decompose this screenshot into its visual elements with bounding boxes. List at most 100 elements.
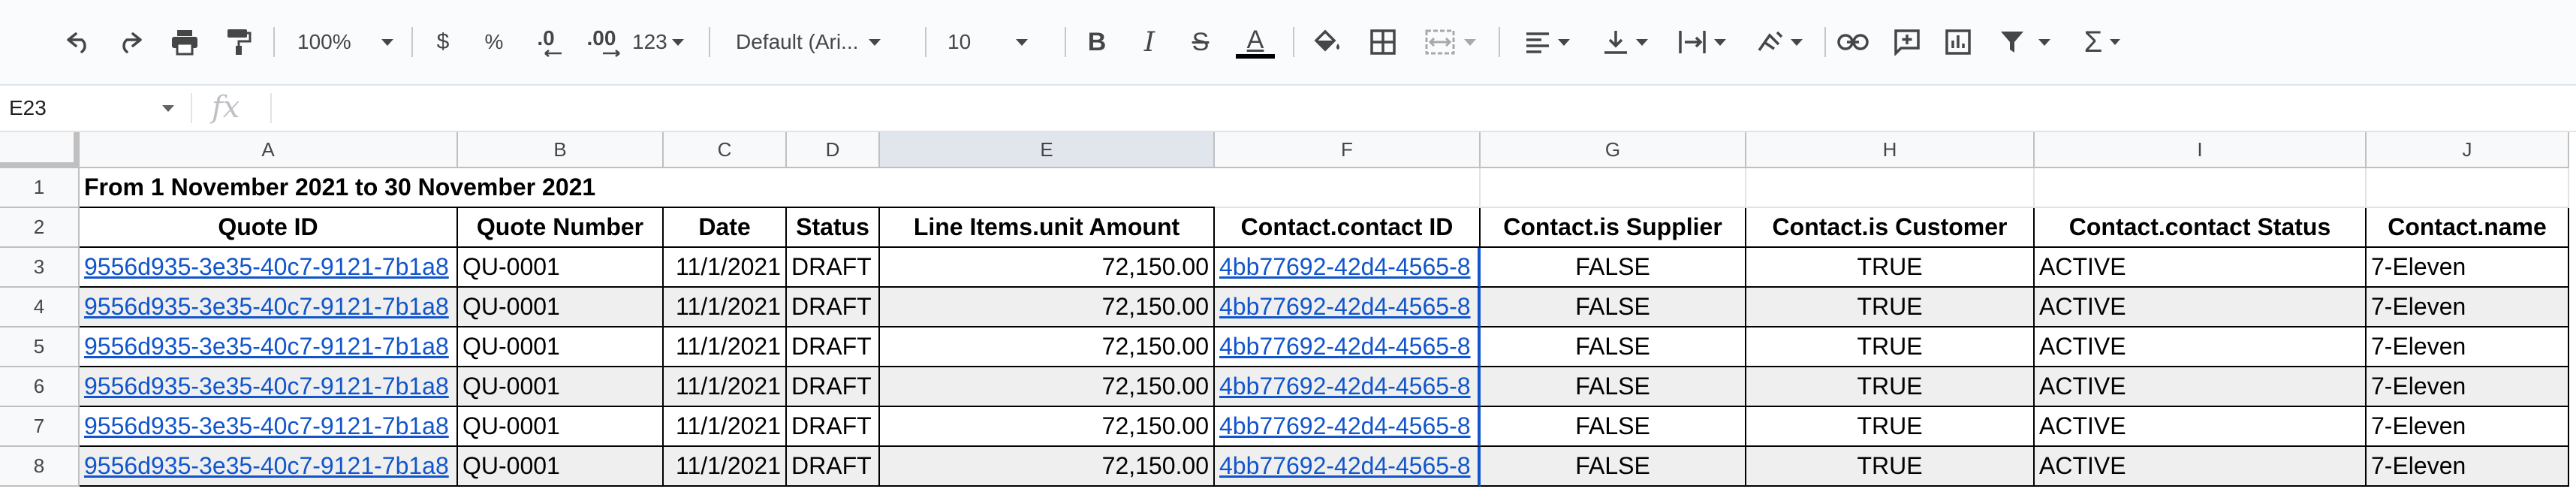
text-wrapping-button[interactable] — [1670, 20, 1734, 65]
table-cell[interactable]: ACTIVE — [2035, 327, 2367, 367]
fill-color-button[interactable] — [1306, 20, 1348, 65]
table-cell[interactable]: 11/1/2021 — [664, 327, 787, 367]
table-cell[interactable]: 72,150.00 — [880, 447, 1215, 487]
column-title[interactable]: Contact.name — [2367, 208, 2569, 248]
table-cell[interactable]: TRUE — [1746, 407, 2035, 447]
column-header-e[interactable]: E — [880, 132, 1215, 168]
decrease-decimal-button[interactable]: .0 — [526, 20, 566, 65]
print-button[interactable] — [164, 20, 206, 65]
table-cell[interactable]: 11/1/2021 — [664, 248, 787, 288]
italic-button[interactable]: I — [1129, 20, 1170, 65]
column-header-j[interactable]: J — [2367, 132, 2569, 168]
table-cell[interactable]: DRAFT — [787, 447, 880, 487]
font-family-select[interactable]: Default (Ari... — [736, 20, 910, 65]
column-title[interactable]: Status — [787, 208, 880, 248]
table-cell[interactable]: 7-Eleven — [2367, 407, 2569, 447]
column-header-a[interactable]: A — [80, 132, 458, 168]
zoom-select[interactable]: 100% — [293, 20, 398, 65]
table-cell[interactable]: DRAFT — [787, 248, 880, 288]
table-cell[interactable]: TRUE — [1746, 327, 2035, 367]
column-title[interactable]: Contact.is Supplier — [1481, 208, 1746, 248]
table-cell[interactable]: ACTIVE — [2035, 407, 2367, 447]
table-cell[interactable]: 7-Eleven — [2367, 288, 2569, 327]
table-cell[interactable]: 72,150.00 — [880, 327, 1215, 367]
table-cell[interactable]: QU-0001 — [458, 367, 664, 407]
column-title[interactable]: Date — [664, 208, 787, 248]
table-cell[interactable]: 7-Eleven — [2367, 248, 2569, 288]
table-cell[interactable]: QU-0001 — [458, 288, 664, 327]
cell-empty[interactable] — [1746, 168, 2035, 208]
table-cell[interactable]: 4bb77692-42d4-4565-8 — [1215, 248, 1481, 288]
increase-decimal-button[interactable]: .00 — [577, 20, 626, 65]
table-cell[interactable]: FALSE — [1481, 407, 1746, 447]
table-cell[interactable]: FALSE — [1481, 248, 1746, 288]
column-title[interactable]: Contact.contact Status — [2035, 208, 2367, 248]
cell-empty[interactable] — [1481, 168, 1746, 208]
table-cell[interactable]: QU-0001 — [458, 407, 664, 447]
table-cell[interactable]: DRAFT — [787, 288, 880, 327]
row-header-8[interactable]: 8 — [0, 447, 80, 487]
column-title[interactable]: Contact.contact ID — [1215, 208, 1481, 248]
row-header-1[interactable]: 1 — [0, 168, 80, 208]
row-header-4[interactable]: 4 — [0, 288, 80, 327]
report-title[interactable]: From 1 November 2021 to 30 November 2021 — [80, 168, 1215, 208]
table-cell[interactable]: QU-0001 — [458, 248, 664, 288]
table-cell[interactable]: TRUE — [1746, 447, 2035, 487]
table-cell[interactable]: 9556d935-3e35-40c7-9121-7b1a8 — [80, 367, 458, 407]
insert-comment-button[interactable] — [1886, 20, 1928, 65]
table-cell[interactable]: 7-Eleven — [2367, 327, 2569, 367]
table-cell[interactable]: 4bb77692-42d4-4565-8 — [1215, 447, 1481, 487]
name-box[interactable]: E23 — [9, 92, 174, 125]
table-cell[interactable]: QU-0001 — [458, 327, 664, 367]
column-header-c[interactable]: C — [664, 132, 787, 168]
cell-empty[interactable] — [2035, 168, 2367, 208]
row-header-3[interactable]: 3 — [0, 248, 80, 288]
text-color-button[interactable]: A — [1233, 20, 1278, 65]
table-cell[interactable]: FALSE — [1481, 447, 1746, 487]
row-header-7[interactable]: 7 — [0, 407, 80, 447]
table-cell[interactable]: 4bb77692-42d4-4565-8 — [1215, 327, 1481, 367]
table-cell[interactable]: TRUE — [1746, 288, 2035, 327]
row-header-2[interactable]: 2 — [0, 208, 80, 248]
column-header-h[interactable]: H — [1746, 132, 2035, 168]
table-cell[interactable]: QU-0001 — [458, 447, 664, 487]
table-cell[interactable]: FALSE — [1481, 288, 1746, 327]
table-cell[interactable]: 7-Eleven — [2367, 367, 2569, 407]
table-cell[interactable]: 11/1/2021 — [664, 407, 787, 447]
table-cell[interactable]: 11/1/2021 — [664, 367, 787, 407]
row-header-6[interactable]: 6 — [0, 367, 80, 407]
table-cell[interactable]: FALSE — [1481, 327, 1746, 367]
text-rotation-button[interactable] — [1746, 20, 1811, 65]
table-cell[interactable]: 4bb77692-42d4-4565-8 — [1215, 288, 1481, 327]
table-cell[interactable]: 11/1/2021 — [664, 288, 787, 327]
strikethrough-button[interactable]: S — [1180, 20, 1221, 65]
column-header-i[interactable]: I — [2035, 132, 2367, 168]
table-cell[interactable]: ACTIVE — [2035, 288, 2367, 327]
more-formats-button[interactable]: 123 — [632, 20, 692, 65]
table-cell[interactable]: 9556d935-3e35-40c7-9121-7b1a8 — [80, 447, 458, 487]
table-cell[interactable]: 4bb77692-42d4-4565-8 — [1215, 407, 1481, 447]
cell-empty[interactable] — [2367, 168, 2569, 208]
percent-format-button[interactable]: % — [476, 20, 512, 65]
font-size-select[interactable]: 10 — [948, 20, 1050, 65]
row-header-5[interactable]: 5 — [0, 327, 80, 367]
cell-empty[interactable] — [1215, 168, 1481, 208]
column-title[interactable]: Contact.is Customer — [1746, 208, 2035, 248]
table-cell[interactable]: 11/1/2021 — [664, 447, 787, 487]
vertical-align-button[interactable] — [1593, 20, 1658, 65]
table-cell[interactable]: TRUE — [1746, 248, 2035, 288]
merge-cells-button[interactable] — [1416, 20, 1485, 65]
bold-button[interactable]: B — [1077, 20, 1117, 65]
table-cell[interactable]: ACTIVE — [2035, 367, 2367, 407]
table-cell[interactable]: DRAFT — [787, 407, 880, 447]
insert-chart-button[interactable] — [1937, 20, 1979, 65]
horizontal-align-button[interactable] — [1515, 20, 1580, 65]
table-cell[interactable]: 9556d935-3e35-40c7-9121-7b1a8 — [80, 407, 458, 447]
table-cell[interactable]: 9556d935-3e35-40c7-9121-7b1a8 — [80, 288, 458, 327]
table-cell[interactable]: DRAFT — [787, 327, 880, 367]
column-header-b[interactable]: B — [458, 132, 664, 168]
formula-input[interactable] — [281, 90, 2563, 126]
column-title[interactable]: Quote ID — [80, 208, 458, 248]
column-header-g[interactable]: G — [1481, 132, 1746, 168]
table-cell[interactable]: TRUE — [1746, 367, 2035, 407]
